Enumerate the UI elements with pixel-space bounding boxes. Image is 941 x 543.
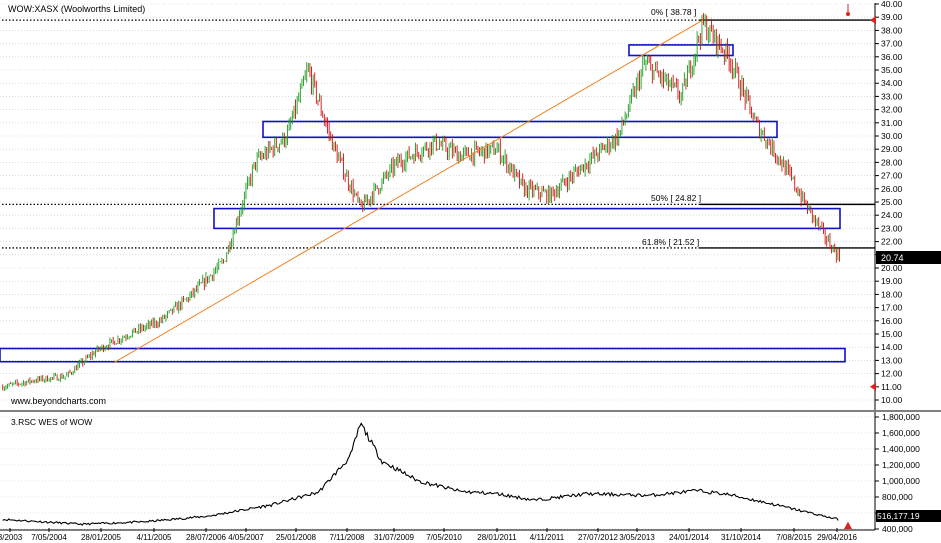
- price-chart-title: WOW:XASX (Woolworths Limited): [8, 4, 145, 14]
- price-y-tick-label: 29.00: [881, 144, 903, 154]
- price-y-tick-label: 25.00: [881, 197, 903, 207]
- rsc-line: [2, 422, 852, 529]
- x-tick-label: 3/05/2013: [619, 533, 655, 542]
- x-tick-label: 7/05/2010: [426, 533, 462, 542]
- x-tick-label: 3/2003: [0, 533, 23, 542]
- last-price-label: 20.74: [881, 253, 904, 263]
- chart-canvas: 40.00 39.00 38.00 37.00 36.00 35.00 34.00 33.00…: [0, 0, 941, 542]
- price-y-tick-label: 16.00: [881, 316, 903, 326]
- chart-window: 40.00 39.00 38.00 37.00 36.00 35.00 34.00 33.00…: [0, 0, 941, 543]
- price-y-tick-label: 27.00: [881, 171, 903, 181]
- x-tick-label: 4/11/2011: [530, 533, 565, 542]
- x-tick-label: 25/01/2008: [276, 533, 317, 542]
- x-tick-label: 24/01/2014: [669, 533, 710, 542]
- x-tick-label: 7/05/2004: [31, 533, 67, 542]
- low-marker: [870, 382, 876, 391]
- price-y-tick-label: 22.00: [881, 237, 903, 247]
- rsc-y-tick-label: 1,600,000: [882, 428, 920, 438]
- price-y-tick-label: 23.00: [881, 223, 903, 233]
- fib-label-0: 0% [ 38.78 ]: [651, 7, 696, 17]
- x-axis: 3/2003 7/05/2004 28/01/2005 4/11/2005 28/07/…: [0, 528, 875, 542]
- trendline: [113, 19, 703, 364]
- x-tick-label: 7/08/2015: [776, 533, 812, 542]
- price-markers: [846, 4, 876, 391]
- rsc-series-line: [2, 422, 839, 526]
- zone-rect: [262, 120, 778, 139]
- x-tick-label: 27/07/2012: [578, 533, 619, 542]
- price-y-tick-label: 11.00: [881, 382, 902, 392]
- top-marker-dot: [846, 12, 850, 16]
- x-tick-label: 28/07/2006: [186, 533, 227, 542]
- fib-lines: [2, 19, 875, 249]
- price-y-tick-label: 13.00: [881, 355, 903, 365]
- x-tick-label: 28/01/2005: [81, 533, 122, 542]
- price-y-tick-label: 19.00: [881, 276, 903, 286]
- price-y-tick-label: 20.00: [881, 263, 903, 273]
- price-y-tick-label: 18.00: [881, 289, 903, 299]
- rsc-end-marker: [844, 521, 852, 529]
- fib-label-50: 50% [ 24.82 ]: [651, 193, 701, 203]
- trendline-segment: [113, 19, 703, 364]
- rsc-y-tick-label: 1,400,000: [882, 444, 920, 454]
- rsc-y-tick-label: 1,800,000: [882, 412, 920, 422]
- price-y-axis: 40.00 39.00 38.00 37.00 36.00 35.00 34.00 33.00…: [875, 0, 903, 405]
- zones: [0, 44, 846, 363]
- x-tick-label: 4/11/2005: [137, 533, 173, 542]
- fib-label-618: 61.8% [ 21.52 ]: [642, 237, 699, 247]
- price-grid: [0, 3, 875, 401]
- x-tick-label: 28/01/2011: [477, 533, 517, 542]
- rsc-title: 3.RSC WES of WOW: [11, 417, 92, 427]
- price-y-tick-label: 35.00: [881, 65, 903, 75]
- price-y-tick-label: 36.00: [881, 52, 903, 62]
- rsc-panel[interactable]: 1,800,000 1,600,000 1,400,000 1,200,000 1,00…: [0, 412, 941, 534]
- price-y-tick-label: 24.00: [881, 210, 903, 220]
- price-y-tick-label: 34.00: [881, 78, 903, 88]
- x-tick-label: 4/05/2007: [228, 533, 264, 542]
- x-tick-label: 29/04/2016: [817, 533, 858, 542]
- price-y-tick-label: 32.00: [881, 105, 903, 115]
- price-panel[interactable]: 40.00 39.00 38.00 37.00 36.00 35.00 34.00 33.00…: [0, 0, 941, 410]
- price-y-tick-label: 10.00: [881, 395, 903, 405]
- price-y-tick-label: 39.00: [881, 12, 903, 22]
- watermark: www.beyondcharts.com: [10, 396, 106, 406]
- rsc-last-value-label: 516,177.19: [877, 511, 920, 521]
- rsc-y-tick-label: 1,200,000: [882, 460, 920, 470]
- x-tick-label: 31/07/2009: [374, 533, 415, 542]
- price-y-tick-label: 38.00: [881, 25, 903, 35]
- price-y-tick-label: 37.00: [881, 39, 903, 49]
- price-y-tick-label: 17.00: [881, 303, 903, 313]
- price-y-tick-label: 15.00: [881, 329, 903, 339]
- price-y-tick-label: 40.00: [881, 0, 903, 9]
- x-tick-label: 31/10/2014: [721, 533, 762, 542]
- price-y-tick-label: 28.00: [881, 157, 903, 167]
- rsc-y-tick-label: 800,000: [882, 492, 913, 502]
- price-y-tick-label: 31.00: [881, 118, 903, 128]
- x-tick-label: 7/11/2008: [330, 533, 366, 542]
- price-y-tick-label: 14.00: [881, 342, 903, 352]
- price-y-tick-label: 12.00: [881, 369, 903, 379]
- rsc-grid: [0, 416, 875, 530]
- price-y-tick-label: 33.00: [881, 91, 903, 101]
- rsc-y-tick-label: 1,000,000: [882, 476, 920, 486]
- price-y-tick-label: 26.00: [881, 184, 903, 194]
- rsc-y-tick-label: 400,000: [882, 524, 913, 534]
- zone-rect: [213, 207, 841, 230]
- price-y-tick-label: 30.00: [881, 131, 903, 141]
